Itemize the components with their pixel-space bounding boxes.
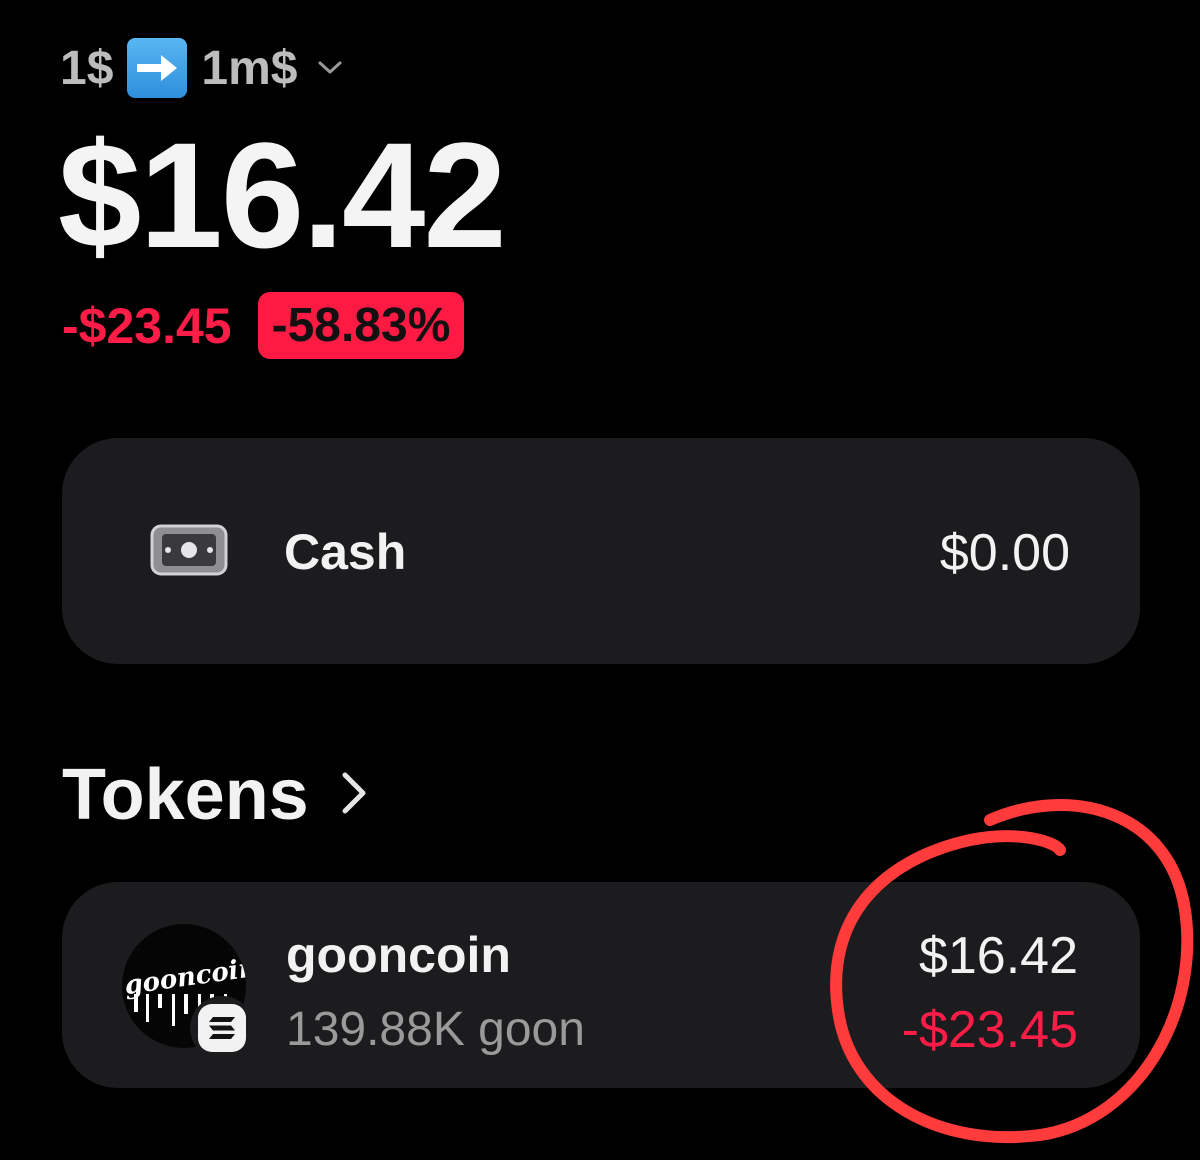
token-quantity: 139.88K goon [286, 1003, 585, 1056]
solana-icon [190, 996, 254, 1060]
portfolio-change-row: -$23.45 -58.83% [62, 292, 465, 359]
token-row-gooncoin[interactable]: gooncoin gooncoin 139.88K goon $16.42 -$… [62, 882, 1140, 1088]
cash-value: $0.00 [939, 524, 1070, 582]
account-name-to: 1m$ [201, 41, 298, 95]
right-arrow-icon [127, 38, 188, 98]
token-value: $16.42 [918, 927, 1078, 985]
tokens-section-header[interactable]: Tokens [62, 754, 369, 836]
chevron-right-icon [339, 770, 369, 821]
portfolio-change-amount: -$23.45 [62, 297, 232, 354]
cash-icon [150, 524, 228, 581]
chevron-down-icon[interactable] [317, 59, 343, 77]
portfolio-balance: $16.42 [58, 111, 507, 279]
account-switcher[interactable]: 1$ 1m$ [60, 36, 343, 100]
portfolio-change-percent-badge: -58.83% [257, 292, 465, 359]
token-change: -$23.45 [901, 1001, 1078, 1059]
token-name: gooncoin [286, 927, 511, 983]
tokens-title: Tokens [62, 755, 309, 835]
cash-label: Cash [284, 524, 407, 580]
account-name-from: 1$ [60, 41, 114, 95]
cash-card[interactable]: Cash $0.00 [62, 438, 1140, 664]
